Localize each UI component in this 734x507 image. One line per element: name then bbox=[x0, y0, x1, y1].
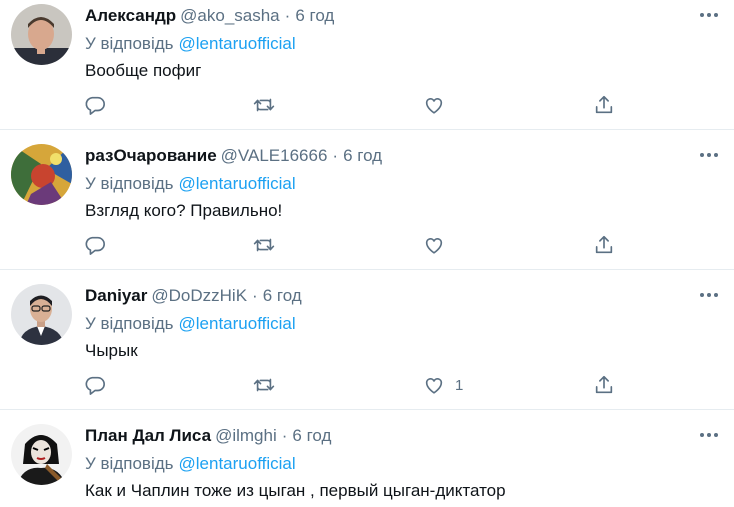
tweet-header: Александр @ako_sasha · 6 год bbox=[85, 5, 334, 27]
like-icon bbox=[425, 238, 443, 254]
reply-context: У відповідь @lentaruofficial bbox=[85, 33, 296, 55]
avatar[interactable] bbox=[11, 424, 72, 485]
more-icon[interactable] bbox=[698, 288, 720, 302]
reply-prefix: У відповідь bbox=[85, 34, 174, 53]
avatar[interactable] bbox=[11, 4, 72, 65]
share-button[interactable] bbox=[593, 233, 615, 257]
share-button[interactable] bbox=[593, 373, 615, 397]
like-icon bbox=[425, 98, 443, 114]
tweet-time[interactable]: 6 год bbox=[295, 6, 334, 25]
share-icon bbox=[595, 235, 613, 254]
tweet-text: Взгляд кого? Правильно! bbox=[85, 201, 283, 220]
tweet[interactable]: Daniyar @DoDzzHiK · 6 год У відповідь @lenta… bbox=[0, 270, 734, 410]
tweet-time[interactable]: 6 год bbox=[292, 426, 331, 445]
author-handle[interactable]: @ilmghi bbox=[215, 426, 277, 445]
author-name[interactable]: разОчарование bbox=[85, 146, 217, 165]
separator-dot: · bbox=[252, 286, 258, 305]
tweet-actions bbox=[84, 233, 624, 257]
more-icon[interactable] bbox=[698, 8, 720, 22]
tweet[interactable]: разОчарование @VALE16666 · 6 год У відповід… bbox=[0, 130, 734, 270]
reply-mention-link[interactable]: @lentaruofficial bbox=[179, 454, 296, 473]
reply-icon bbox=[85, 236, 105, 255]
tweet-header: Daniyar @DoDzzHiK · 6 год bbox=[85, 285, 302, 307]
tweet-text: Вообще пофиг bbox=[85, 61, 202, 80]
retweet-button[interactable] bbox=[253, 93, 275, 117]
share-button[interactable] bbox=[593, 93, 615, 117]
reply-button[interactable] bbox=[84, 93, 106, 117]
avatar[interactable] bbox=[11, 284, 72, 345]
tweet-actions: 1 bbox=[84, 373, 624, 397]
tweet-time[interactable]: 6 год bbox=[263, 286, 302, 305]
reply-prefix: У відповідь bbox=[85, 454, 174, 473]
author-handle[interactable]: @DoDzzHiK bbox=[151, 286, 247, 305]
tweet-text: Чырык bbox=[85, 341, 138, 360]
reply-prefix: У відповідь bbox=[85, 174, 174, 193]
tweet-text: Как и Чаплин тоже из цыган , первый цыга… bbox=[85, 481, 506, 500]
reply-mention-link[interactable]: @lentaruofficial bbox=[179, 314, 296, 333]
share-icon bbox=[595, 95, 613, 114]
reply-context: У відповідь @lentaruofficial bbox=[85, 313, 296, 335]
tweet-feed: Александр @ako_sasha · 6 год У відповідь @le… bbox=[0, 0, 734, 507]
separator-dot: · bbox=[284, 6, 291, 25]
author-name[interactable]: План Дал Лиса bbox=[85, 426, 211, 445]
retweet-icon bbox=[253, 98, 275, 112]
reply-icon bbox=[85, 96, 105, 115]
share-icon bbox=[595, 375, 613, 394]
like-button[interactable] bbox=[423, 233, 455, 257]
retweet-button[interactable] bbox=[253, 373, 275, 397]
tweet-header: разОчарование @VALE16666 · 6 год bbox=[85, 145, 382, 167]
reply-mention-link[interactable]: @lentaruofficial bbox=[179, 34, 296, 53]
more-icon[interactable] bbox=[698, 148, 720, 162]
reply-icon bbox=[85, 376, 105, 395]
author-name[interactable]: Daniyar bbox=[85, 286, 147, 305]
reply-context: У відповідь @lentaruofficial bbox=[85, 453, 296, 475]
separator-dot: · bbox=[332, 146, 339, 165]
reply-context: У відповідь @lentaruofficial bbox=[85, 173, 296, 195]
retweet-button[interactable] bbox=[253, 233, 275, 257]
tweet-time[interactable]: 6 год bbox=[343, 146, 382, 165]
separator-dot: · bbox=[281, 426, 288, 445]
retweet-icon bbox=[253, 238, 275, 252]
reply-mention-link[interactable]: @lentaruofficial bbox=[179, 174, 296, 193]
author-handle[interactable]: @ako_sasha bbox=[180, 6, 280, 25]
retweet-icon bbox=[253, 378, 275, 392]
tweet-header: План Дал Лиса @ilmghi · 6 год bbox=[85, 425, 331, 447]
tweet[interactable]: Александр @ako_sasha · 6 год У відповідь @le… bbox=[0, 0, 734, 130]
like-button[interactable] bbox=[423, 93, 455, 117]
reply-button[interactable] bbox=[84, 233, 106, 257]
tweet-actions bbox=[84, 93, 624, 117]
reply-button[interactable] bbox=[84, 373, 106, 397]
author-name[interactable]: Александр bbox=[85, 6, 176, 25]
author-handle[interactable]: @VALE16666 bbox=[221, 146, 328, 165]
like-button[interactable]: 1 bbox=[423, 373, 463, 397]
like-icon bbox=[425, 378, 443, 394]
like-count: 1 bbox=[455, 376, 464, 394]
reply-prefix: У відповідь bbox=[85, 314, 174, 333]
more-icon[interactable] bbox=[698, 428, 720, 442]
avatar[interactable] bbox=[11, 144, 72, 205]
tweet[interactable]: План Дал Лиса @ilmghi · 6 год У відповідь @l… bbox=[0, 410, 734, 507]
